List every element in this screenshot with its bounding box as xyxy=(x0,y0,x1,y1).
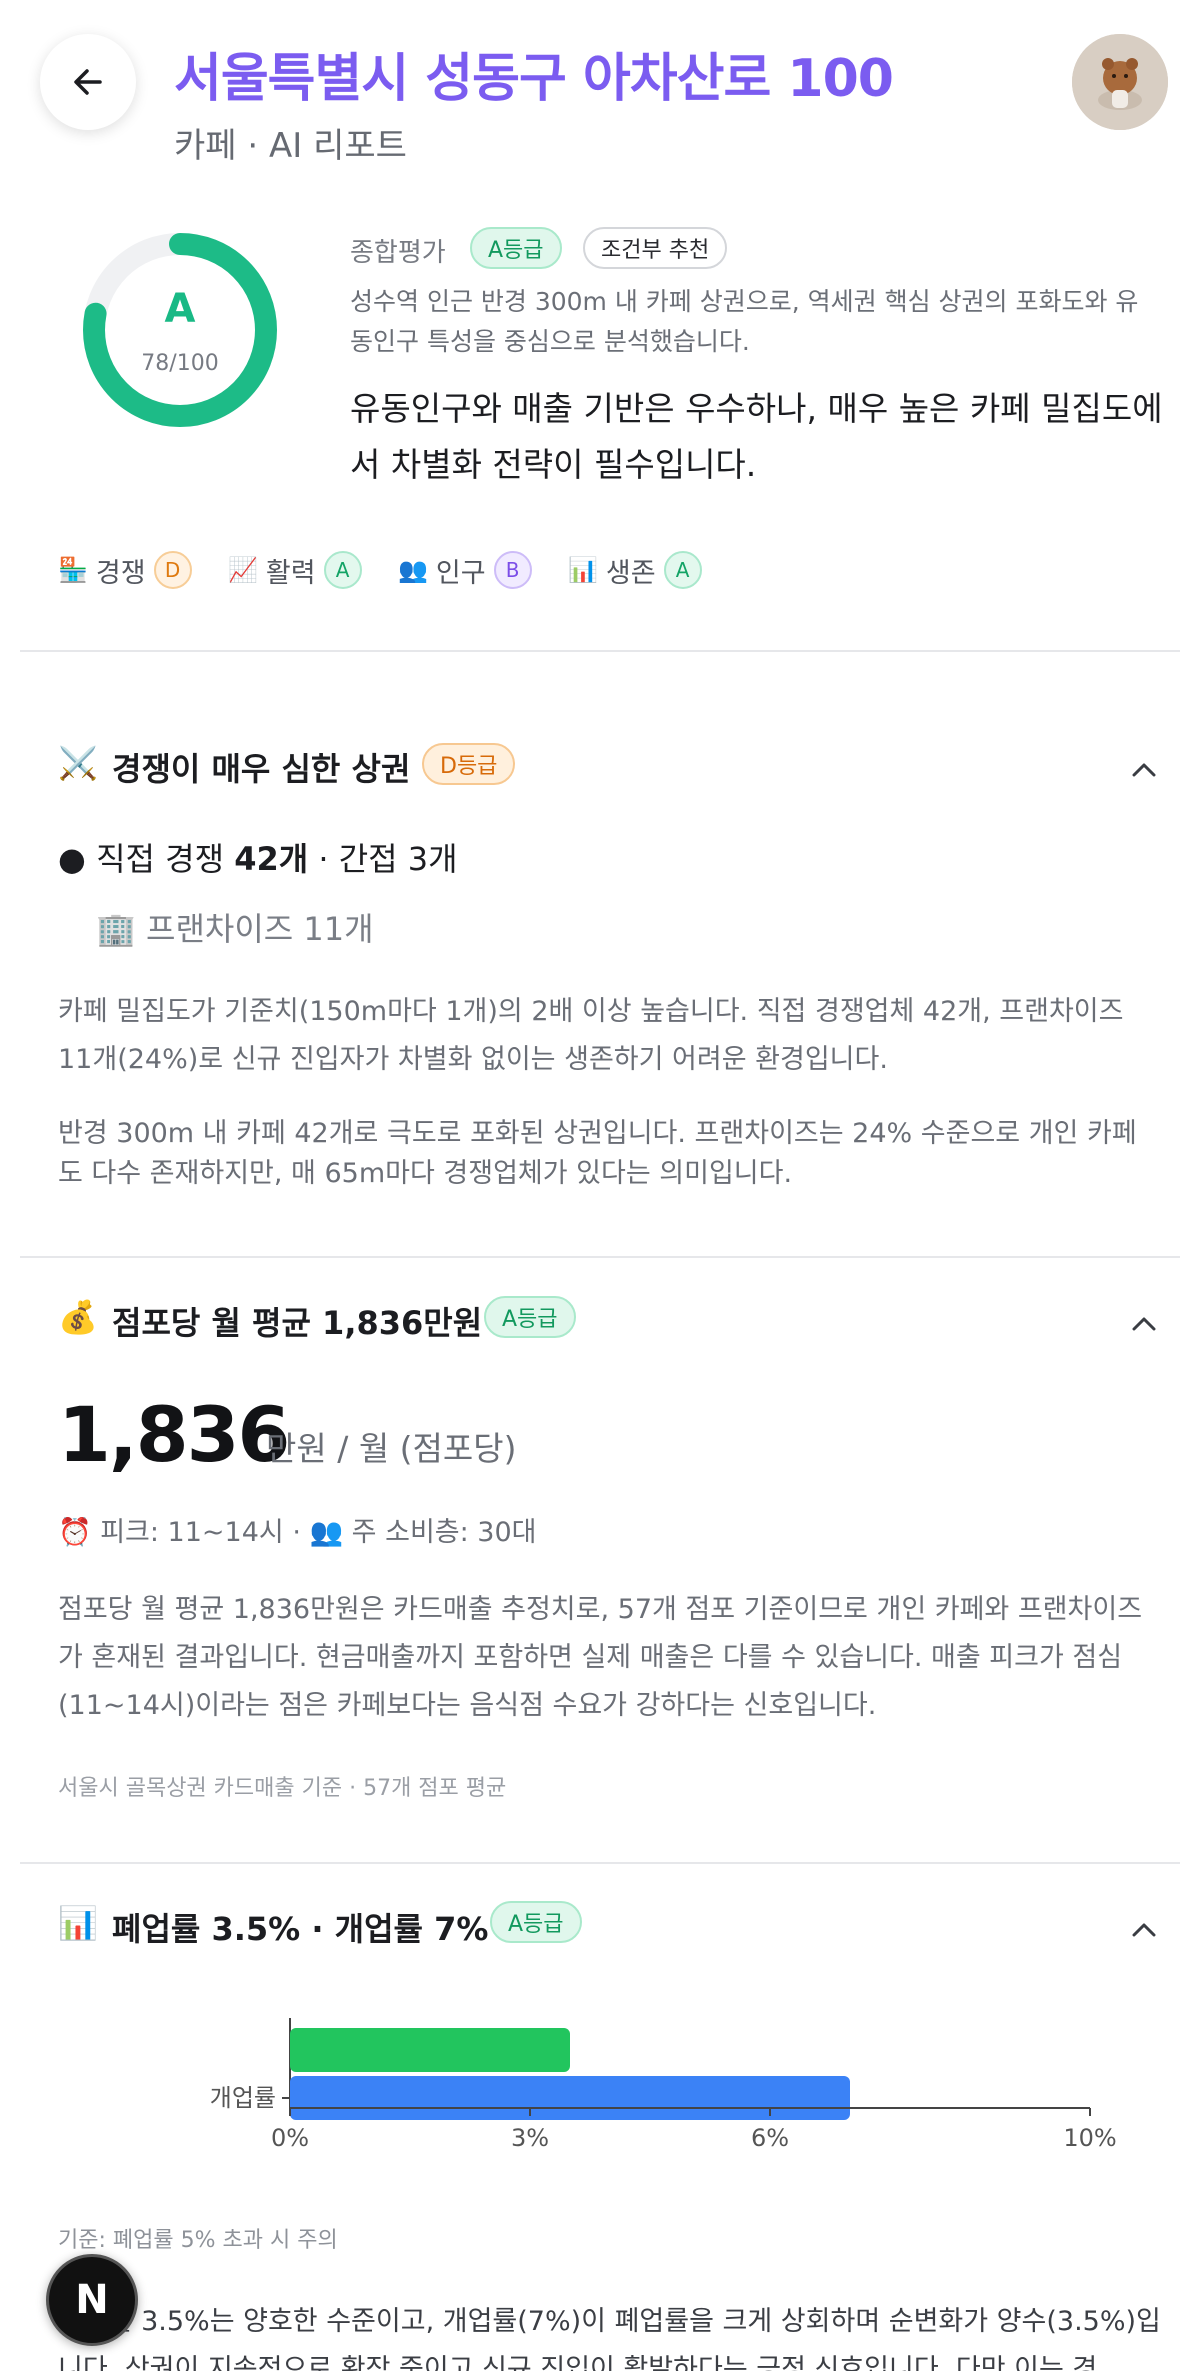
metric-grade: A xyxy=(323,551,362,589)
sales-title[interactable]: 점포당 월 평균 1,836만원 xyxy=(112,1298,482,1344)
metric-grade: B xyxy=(493,551,532,589)
chevron-up-icon[interactable] xyxy=(1124,750,1164,790)
competition-paragraph-2: 반경 300m 내 카페 42개로 극도로 포화된 상권입니다. 프랜차이즈는 … xyxy=(58,1118,1137,1189)
y-tick-label: 개업률 xyxy=(210,2084,276,2112)
metric-vitality[interactable]: 📈 활력 A xyxy=(228,550,362,590)
store-icon: 🏪 xyxy=(58,556,88,584)
competition-title[interactable]: 경쟁이 매우 심한 상권 xyxy=(112,744,410,790)
avatar-image xyxy=(1072,34,1168,130)
bar-개업률 xyxy=(290,2076,850,2120)
metric-grade: A xyxy=(663,551,702,589)
x-tick-label: 0% xyxy=(271,2124,309,2152)
page-title: 서울특별시 성동구 아차산로 100 xyxy=(174,49,894,109)
bar-chart-icon: 📊 xyxy=(58,1904,98,1942)
overall-grade-badge: A등급 xyxy=(470,227,562,269)
arrow-left-icon xyxy=(74,69,102,95)
peak-info: ⏰ 피크: 11~14시 · 👥 주 소비층: 30대 xyxy=(58,1517,537,1548)
competition-paragraph-1: 카페 밀집도가 기준치(150m마다 1개)의 2배 이상 높습니다. 직접 경… xyxy=(58,996,1124,1075)
survival-grade-badge: A등급 xyxy=(490,1901,582,1943)
sales-paragraph: 점포당 월 평균 1,836만원은 카드매출 추정치로, 57개 점포 기준이므… xyxy=(58,1594,1143,1721)
chevron-up-icon[interactable] xyxy=(1124,1910,1164,1950)
chart-up-icon: 📈 xyxy=(228,556,258,584)
x-tick-label: 10% xyxy=(1063,2124,1116,2152)
rate-bar-chart: 0% 3% 6% 10% 개업률 xyxy=(210,2018,1117,2152)
metric-label: 경쟁 xyxy=(95,557,146,589)
recommend-badge: 조건부 추천 xyxy=(583,227,728,269)
back-button[interactable] xyxy=(40,34,136,130)
chevron-up-icon[interactable] xyxy=(1124,1304,1164,1344)
metric-label: 활력 xyxy=(265,557,316,589)
n-floating-button[interactable]: N xyxy=(46,2254,138,2346)
survival-title[interactable]: 폐업률 3.5% · 개업률 7% xyxy=(112,1904,488,1950)
swords-icon: ⚔️ xyxy=(58,744,98,782)
overall-score: 78/100 xyxy=(141,351,219,376)
franchise-count: 🏢 프랜차이즈 11개 xyxy=(96,910,374,948)
sales-source: 서울시 골목상권 카드매출 기준 · 57개 점포 평균 xyxy=(58,1776,507,1801)
x-tick-label: 6% xyxy=(751,2124,789,2152)
overall-grade: A xyxy=(164,286,196,332)
criteria-note: 기준: 폐업률 5% 초과 시 주의 xyxy=(58,2228,338,2253)
summary-headline: 유동인구와 매출 기반은 우수하나, 매우 높은 카페 밀집도에서 차별화 전략… xyxy=(350,389,1163,484)
avatar[interactable] xyxy=(1072,34,1168,130)
bar-chart-icon: 📊 xyxy=(568,556,598,584)
metric-grade: D xyxy=(153,551,192,589)
bar-폐업률 xyxy=(290,2028,570,2072)
sales-unit: 만원 / 월 (점포당) xyxy=(266,1429,517,1468)
metric-label: 인구 xyxy=(435,557,486,589)
direct-competition: ● 직접 경쟁 42개 · 간접 3개 xyxy=(58,840,458,878)
survival-paragraph: 폐업률 3.5%는 양호한 수준이고, 개업률(7%)이 폐업률을 크게 상회하… xyxy=(58,2306,1161,2371)
page-subtitle: 카페 · AI 리포트 xyxy=(174,126,407,166)
money-bag-icon: 💰 xyxy=(58,1298,98,1336)
metric-population[interactable]: 👥 인구 B xyxy=(398,550,532,590)
divider xyxy=(20,1256,1180,1258)
x-tick-label: 3% xyxy=(511,2124,549,2152)
people-icon: 👥 xyxy=(398,556,428,584)
metric-survival[interactable]: 📊 생존 A xyxy=(568,550,702,590)
summary-description: 성수역 인근 반경 300m 내 카페 상권으로, 역세권 핵심 상권의 포화도… xyxy=(350,287,1139,356)
direct-count: 42개 xyxy=(234,840,309,878)
divider xyxy=(20,1862,1180,1864)
divider xyxy=(20,650,1180,652)
metric-label: 생존 xyxy=(605,557,656,589)
sales-grade-badge: A등급 xyxy=(484,1296,576,1338)
competition-grade-badge: D등급 xyxy=(422,743,516,785)
metric-competition[interactable]: 🏪 경쟁 D xyxy=(58,550,192,590)
sales-big-number: 1,836 xyxy=(58,1390,290,1479)
summary-label: 종합평가 xyxy=(350,238,446,268)
